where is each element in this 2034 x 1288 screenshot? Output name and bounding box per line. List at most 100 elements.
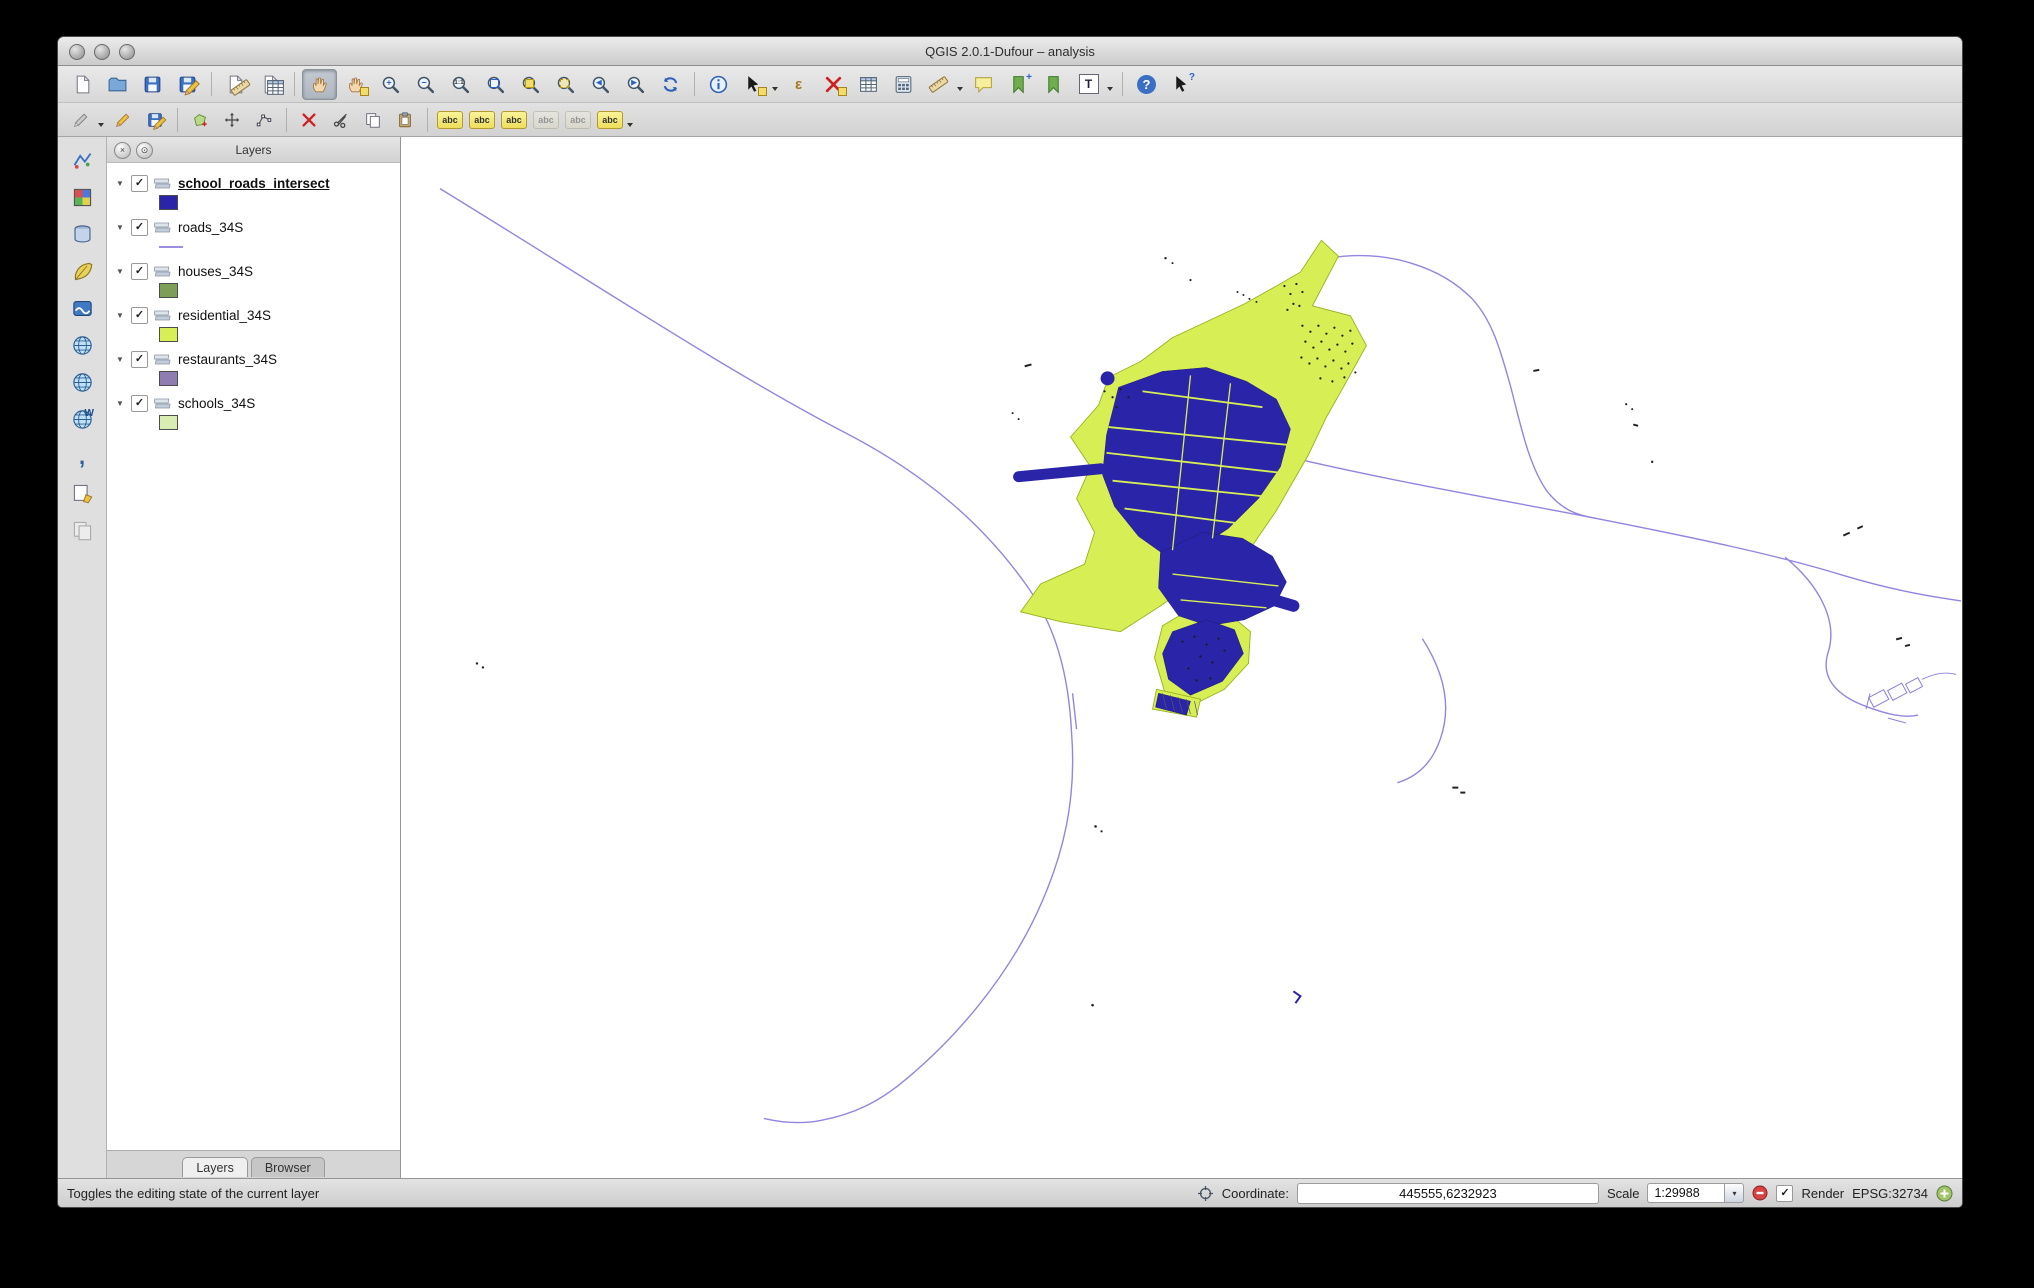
crs-status[interactable]: EPSG:32734: [1852, 1186, 1928, 1201]
layer-label[interactable]: residential_34S: [178, 308, 271, 323]
pan-map-button[interactable]: [302, 69, 337, 100]
layer-item-school-roads-intersect[interactable]: ▼ ✓ school_roads_intersect: [107, 171, 400, 215]
expander-icon[interactable]: ▼: [115, 399, 125, 408]
add-mssql-layer-button[interactable]: [67, 295, 97, 322]
coordinate-input[interactable]: [1297, 1183, 1599, 1204]
whats-this-button[interactable]: ?: [1165, 70, 1198, 99]
layer-symbol-swatch[interactable]: [159, 327, 178, 342]
label-properties-button[interactable]: abc: [595, 107, 625, 133]
expander-icon[interactable]: ▼: [115, 179, 125, 188]
remove-layer-button[interactable]: [67, 517, 97, 544]
zoom-last-button[interactable]: ◀: [584, 70, 617, 99]
toggle-editing-button[interactable]: [108, 107, 138, 133]
add-spatialite-layer-button[interactable]: [67, 258, 97, 285]
layer-symbol-swatch[interactable]: [159, 246, 183, 248]
new-bookmark-button[interactable]: +: [1002, 70, 1035, 99]
coordinate-capture-icon[interactable]: [1197, 1185, 1214, 1202]
save-project-as-button[interactable]: [171, 70, 204, 99]
deselect-all-button[interactable]: [817, 70, 850, 99]
help-contents-button[interactable]: ?: [1130, 70, 1163, 99]
layer-symbol-swatch[interactable]: [159, 371, 178, 386]
layer-visibility-checkbox[interactable]: ✓: [131, 395, 148, 412]
layer-item-houses-34s[interactable]: ▼ ✓ houses_34S: [107, 259, 400, 303]
identify-features-button[interactable]: [702, 70, 735, 99]
show-bookmarks-button[interactable]: [1037, 70, 1070, 99]
add-wms-layer-button[interactable]: [67, 332, 97, 359]
layer-visibility-checkbox[interactable]: ✓: [131, 307, 148, 324]
measure-button[interactable]: [922, 70, 955, 99]
layer-label[interactable]: restaurants_34S: [178, 352, 277, 367]
select-features-dropdown[interactable]: [772, 87, 778, 91]
open-project-button[interactable]: [101, 70, 134, 99]
minimize-window-button[interactable]: [94, 44, 110, 60]
scale-dropdown-button[interactable]: ▾: [1724, 1183, 1744, 1203]
map-refresh-button[interactable]: [654, 70, 687, 99]
save-project-button[interactable]: [136, 70, 169, 99]
label-rotate-button[interactable]: abc: [499, 107, 529, 133]
add-feature-button[interactable]: [185, 107, 215, 133]
current-edits-button[interactable]: [66, 107, 96, 133]
select-by-expression-button[interactable]: ε: [782, 70, 815, 99]
add-wcs-layer-button[interactable]: [67, 369, 97, 396]
messages-icon[interactable]: [1936, 1185, 1953, 1202]
label-show-hide-button[interactable]: abc: [563, 107, 593, 133]
attribute-table-button[interactable]: [852, 70, 885, 99]
zoom-next-button[interactable]: ▶: [619, 70, 652, 99]
zoom-full-button[interactable]: [479, 70, 512, 99]
stop-render-icon[interactable]: [1752, 1185, 1768, 1201]
panel-close-button[interactable]: ×: [114, 142, 131, 159]
annotation-dropdown[interactable]: [1107, 87, 1113, 91]
node-tool-button[interactable]: [249, 107, 279, 133]
zoom-to-layer-button[interactable]: [514, 70, 547, 99]
layer-label[interactable]: houses_34S: [178, 264, 253, 279]
layer-label[interactable]: schools_34S: [178, 396, 255, 411]
tab-browser[interactable]: Browser: [251, 1157, 325, 1177]
new-composer-button[interactable]: [219, 70, 252, 99]
zoom-window-button[interactable]: [119, 44, 135, 60]
label-pin-button[interactable]: abc: [531, 107, 561, 133]
zoom-actual-button[interactable]: 1:1: [444, 70, 477, 99]
layer-visibility-checkbox[interactable]: ✓: [131, 263, 148, 280]
layer-item-roads-34s[interactable]: ▼ ✓ roads_34S: [107, 215, 400, 259]
pan-to-selection-button[interactable]: [339, 70, 372, 99]
layer-visibility-checkbox[interactable]: ✓: [131, 351, 148, 368]
labeling-button[interactable]: abc: [435, 107, 465, 133]
layer-label[interactable]: school_roads_intersect: [178, 176, 330, 191]
layer-symbol-swatch[interactable]: [159, 283, 178, 298]
layer-visibility-checkbox[interactable]: ✓: [131, 219, 148, 236]
paste-features-button[interactable]: [390, 107, 420, 133]
map-tips-button[interactable]: [967, 70, 1000, 99]
add-vector-layer-button[interactable]: [67, 147, 97, 174]
layer-symbol-swatch[interactable]: [159, 195, 178, 210]
cut-features-button[interactable]: [326, 107, 356, 133]
layer-item-schools-34s[interactable]: ▼ ✓ schools_34S: [107, 391, 400, 435]
current-edits-dropdown[interactable]: [98, 123, 104, 127]
select-features-button[interactable]: [737, 70, 770, 99]
layer-label[interactable]: roads_34S: [178, 220, 243, 235]
layer-item-residential-34s[interactable]: ▼ ✓ residential_34S: [107, 303, 400, 347]
scale-value[interactable]: 1:29988: [1647, 1183, 1724, 1203]
expander-icon[interactable]: ▼: [115, 311, 125, 320]
map-canvas[interactable]: [401, 137, 1962, 1178]
new-shapefile-layer-button[interactable]: [67, 480, 97, 507]
delete-selected-button[interactable]: [294, 107, 324, 133]
layer-item-restaurants-34s[interactable]: ▼ ✓ restaurants_34S: [107, 347, 400, 391]
field-calculator-button[interactable]: [887, 70, 920, 99]
measure-dropdown[interactable]: [957, 87, 963, 91]
zoom-to-selection-button[interactable]: [549, 70, 582, 99]
render-checkbox[interactable]: ✓: [1776, 1185, 1793, 1202]
close-window-button[interactable]: [69, 44, 85, 60]
save-layer-edits-button[interactable]: [140, 107, 170, 133]
add-raster-layer-button[interactable]: [67, 184, 97, 211]
label-move-button[interactable]: abc: [467, 107, 497, 133]
add-wfs-layer-button[interactable]: W: [67, 406, 97, 433]
expander-icon[interactable]: ▼: [115, 355, 125, 364]
expander-icon[interactable]: ▼: [115, 223, 125, 232]
zoom-out-button[interactable]: −: [409, 70, 442, 99]
layer-symbol-swatch[interactable]: [159, 415, 178, 430]
composer-manager-button[interactable]: [254, 70, 287, 99]
text-annotation-button[interactable]: T: [1072, 70, 1105, 99]
panel-float-button[interactable]: ⊙: [136, 142, 153, 159]
expander-icon[interactable]: ▼: [115, 267, 125, 276]
new-project-button[interactable]: [66, 70, 99, 99]
